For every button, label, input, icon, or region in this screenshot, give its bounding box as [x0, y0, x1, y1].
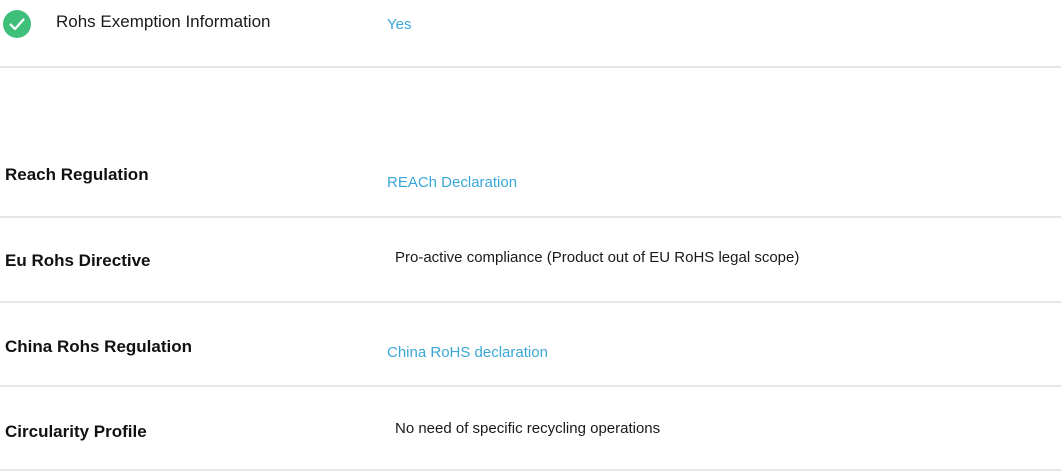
check-circle-icon: [3, 10, 31, 38]
circularity-profile-label: Circularity Profile: [5, 422, 147, 441]
rohs-exemption-value-link[interactable]: Yes: [387, 15, 411, 35]
eu-rohs-directive-label: Eu Rohs Directive: [5, 251, 151, 270]
eu-rohs-directive-value: Pro-active compliance (Product out of EU…: [395, 249, 800, 266]
china-rohs-regulation-label: China Rohs Regulation: [5, 337, 192, 356]
reach-declaration-link[interactable]: REACh Declaration: [387, 173, 517, 193]
china-rohs-declaration-link[interactable]: China RoHS declaration: [387, 343, 548, 363]
divider: [0, 301, 1061, 303]
divider: [0, 469, 1061, 471]
reach-regulation-label: Reach Regulation: [5, 165, 149, 184]
rohs-exemption-label: Rohs Exemption Information: [56, 12, 271, 31]
circularity-profile-value: No need of specific recycling operations: [395, 420, 661, 437]
divider: [0, 66, 1061, 68]
divider: [0, 216, 1061, 218]
divider: [0, 385, 1061, 387]
